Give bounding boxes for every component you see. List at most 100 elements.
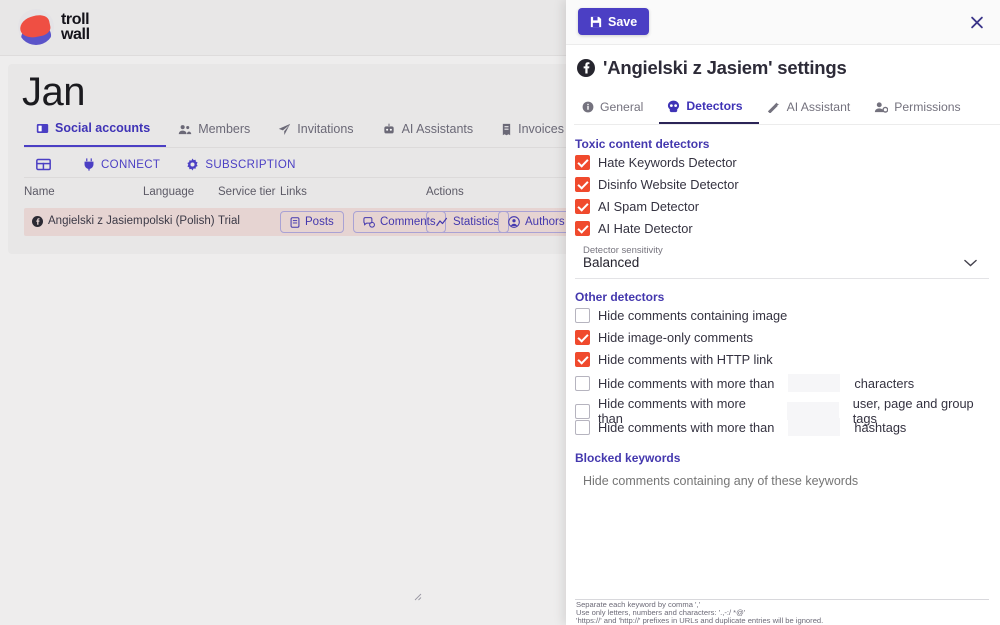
drawer-tabs: General Detectors AI Assistant Permissio… (574, 97, 1000, 125)
detector-label: AI Spam Detector (598, 199, 699, 214)
receipt-icon (502, 123, 511, 135)
facebook-icon (577, 59, 595, 77)
detector-label: Disinfo Website Detector (598, 177, 739, 192)
helper-line-3: 'https://' and 'http://' prefixes in URL… (576, 615, 824, 625)
checkbox[interactable] (575, 403, 590, 419)
other-detectors-heading: Other detectors (575, 290, 665, 304)
max-hashtags-input[interactable] (788, 418, 841, 436)
gear-icon (187, 158, 198, 171)
max-characters-input[interactable] (788, 374, 841, 392)
other-hide-image-only-comments[interactable]: Hide image-only comments (575, 330, 753, 345)
tab-social-accounts[interactable]: Social accounts (24, 118, 167, 147)
drawer-tab-label: General (600, 100, 644, 114)
detector-sensitivity-value: Balanced (583, 255, 640, 270)
page-title: Jan (22, 70, 86, 114)
link-posts-button[interactable]: Posts (280, 211, 344, 233)
detector-suffix: characters (854, 375, 915, 391)
drawer-tab-permissions[interactable]: Permissions (866, 97, 976, 124)
tab-invitations[interactable]: Invitations (266, 118, 369, 147)
trollwall-logo-icon (18, 9, 54, 45)
drawer-tab-detectors[interactable]: Detectors (659, 97, 759, 124)
resize-grip-icon[interactable] (413, 588, 422, 601)
detector-sensitivity-select[interactable]: Detector sensitivity Balanced (575, 243, 989, 279)
brand-line-1: troll (61, 11, 90, 28)
toxic-detectors-heading: Toxic content detectors (575, 137, 710, 151)
subtab-grid-view[interactable] (24, 153, 69, 177)
detector-label: AI Hate Detector (598, 221, 693, 236)
detector-label: Hide comments containing image (598, 308, 788, 323)
other-hide-comments-containing-image[interactable]: Hide comments containing image (575, 308, 787, 323)
detector-ai-spam[interactable]: AI Spam Detector (575, 199, 699, 214)
column-header-service-tier: Service tier (218, 186, 276, 198)
save-button[interactable]: Save (578, 8, 650, 35)
detector-label: Hide image-only comments (598, 330, 754, 345)
checkbox[interactable] (575, 330, 590, 345)
tab-label: Social accounts (55, 121, 151, 135)
detector-ai-hate[interactable]: AI Hate Detector (575, 221, 693, 236)
checkbox[interactable] (575, 419, 590, 435)
detector-suffix: hashtags (854, 419, 907, 435)
detector-label: Hate Keywords Detector (598, 155, 737, 170)
tab-ai-assistants[interactable]: AI Assistants (370, 118, 490, 147)
user-gear-icon (875, 102, 889, 113)
tab-label: Members (198, 122, 251, 136)
subtab-connect[interactable]: CONNECT (71, 153, 172, 177)
pill-label: Authors (525, 216, 565, 228)
paper-plane-icon (279, 123, 291, 135)
other-hide-comments-max-characters[interactable]: Hide comments with more than characters (575, 374, 914, 392)
detector-disinfo-website[interactable]: Disinfo Website Detector (575, 177, 739, 192)
drawer-tab-general[interactable]: General (574, 97, 659, 124)
drawer-tab-ai-assistant[interactable]: AI Assistant (759, 97, 867, 124)
plug-icon (84, 158, 94, 171)
detector-label: Hide comments with more than (598, 375, 775, 391)
document-icon (290, 216, 300, 228)
brand-logo[interactable]: troll wall (18, 9, 90, 45)
other-hide-comments-max-hashtags[interactable]: Hide comments with more than hashtags (575, 418, 906, 436)
user-circle-icon (508, 216, 520, 228)
brand-wordmark: troll wall (61, 11, 90, 43)
detector-hate-keywords[interactable]: Hate Keywords Detector (575, 155, 737, 170)
action-statistics-button[interactable]: Statistics (426, 211, 510, 233)
subtab-label: CONNECT (101, 158, 161, 171)
checkbox[interactable] (575, 199, 590, 214)
drawer-tab-label: AI Assistant (786, 100, 851, 114)
blocked-keywords-textarea[interactable] (575, 468, 989, 600)
checkbox[interactable] (575, 308, 590, 323)
subtab-subscription[interactable]: SUBSCRIPTION (174, 153, 307, 177)
drawer-toolbar: Save (566, 0, 1000, 45)
blocked-keywords-heading: Blocked keywords (575, 451, 681, 465)
cell-service-tier: Trial (218, 215, 240, 227)
column-header-language: Language (143, 186, 195, 198)
checkbox[interactable] (575, 352, 590, 367)
app-root: troll wall Jan Social accounts Members I… (0, 0, 1000, 625)
close-icon (971, 16, 983, 28)
tab-label: AI Assistants (401, 122, 474, 136)
grid-table-icon (36, 158, 51, 171)
cell-name: Angielski z Jasiem (32, 215, 143, 227)
tab-label: Invitations (297, 122, 354, 136)
column-header-actions: Actions (426, 186, 464, 198)
close-button[interactable] (964, 9, 990, 35)
pill-label: Statistics (453, 216, 500, 228)
action-authors-button[interactable]: Authors (498, 211, 575, 233)
chevron-down-icon[interactable] (964, 254, 977, 272)
people-icon (178, 124, 192, 134)
checkbox[interactable] (575, 221, 590, 236)
comments-icon (363, 216, 375, 228)
checkbox[interactable] (575, 177, 590, 192)
checkbox[interactable] (575, 375, 590, 391)
checkbox[interactable] (575, 155, 590, 170)
pill-label: Posts (305, 216, 334, 228)
other-hide-comments-with-http-link[interactable]: Hide comments with HTTP link (575, 352, 773, 367)
drawer-title-text: 'Angielski z Jasiem' settings (603, 57, 847, 78)
column-header-name: Name (24, 186, 55, 198)
tab-members[interactable]: Members (166, 118, 266, 147)
facebook-icon (32, 215, 43, 227)
tab-label: Invoices (518, 122, 564, 136)
skull-icon (668, 100, 680, 112)
magic-wand-icon (767, 102, 779, 113)
chart-line-icon (436, 217, 448, 226)
robot-icon (383, 123, 394, 133)
drawer-tab-label: Permissions (894, 100, 961, 114)
detector-label: Hide comments with more than (598, 419, 775, 435)
